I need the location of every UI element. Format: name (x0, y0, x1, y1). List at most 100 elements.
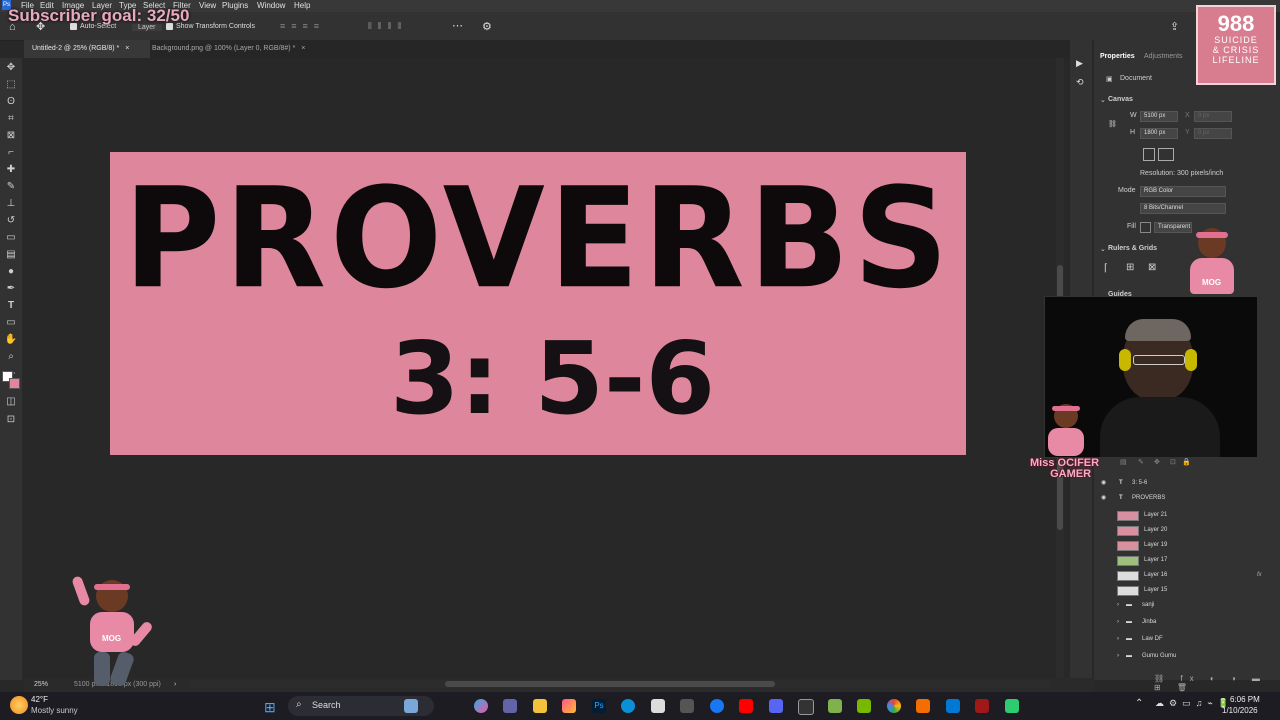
link-icon[interactable]: ⛓ (1108, 120, 1117, 128)
y-input[interactable]: 0 px (1194, 128, 1232, 139)
layer-row[interactable]: Layer 17 (1094, 553, 1280, 568)
frame-tool-icon[interactable]: ⊠ (4, 130, 18, 142)
move-icon[interactable]: ✥ (1154, 458, 1160, 466)
menu-plugins[interactable]: Plugins (222, 1, 248, 10)
play-icon[interactable]: ▶ (1076, 58, 1083, 69)
distribute-icons[interactable]: ⫴⫴⫴⫴ (368, 21, 407, 32)
eye-icon[interactable]: ◉ (1101, 491, 1106, 506)
lasso-tool-icon[interactable]: ʘ (4, 96, 18, 108)
nvidia-icon[interactable] (857, 699, 871, 713)
tab-adjustments[interactable]: Adjustments (1144, 53, 1183, 60)
document-canvas[interactable]: PROVERBS 3: 5-6 (110, 152, 966, 455)
edge-icon[interactable] (621, 699, 635, 713)
eye-icon[interactable]: ◉ (1101, 476, 1106, 491)
chevron-right-icon[interactable]: › (1117, 598, 1119, 613)
layer-row[interactable]: Layer 21 (1094, 508, 1280, 523)
healing-tool-icon[interactable]: ✚ (4, 164, 18, 176)
fx-icon[interactable]: fx (1257, 568, 1262, 583)
close-icon[interactable]: × (125, 45, 129, 52)
amazon-icon[interactable] (680, 699, 694, 713)
chrome-icon[interactable] (887, 699, 901, 713)
app-icon[interactable] (1005, 699, 1019, 713)
layer-row[interactable]: Layer 19 (1094, 538, 1280, 553)
layer-row[interactable]: › ▬ sanji (1094, 598, 1280, 613)
layer-row[interactable]: ◉ T 3: 5-6 (1094, 476, 1280, 491)
weather-temp[interactable]: 42°F (31, 695, 48, 704)
teams-icon[interactable] (503, 699, 517, 713)
layer-row[interactable]: Layer 16 fx (1094, 568, 1280, 583)
layer-row[interactable]: ◉ T PROVERBS (1094, 491, 1280, 506)
zoom-tool-icon[interactable]: ⌕ (4, 351, 18, 363)
bit-depth-dropdown[interactable]: 8 Bits/Channel (1140, 203, 1226, 214)
eraser-tool-icon[interactable]: ▭ (4, 232, 18, 244)
instagram-icon[interactable] (562, 699, 576, 713)
share-icon[interactable]: ⇪ (1170, 20, 1179, 33)
quick-mask-icon[interactable]: ◫ (4, 396, 18, 408)
chevron-down-icon[interactable]: ⌄ (1100, 245, 1106, 253)
tab-properties[interactable]: Properties (1100, 53, 1135, 60)
illustrator-icon[interactable] (916, 699, 930, 713)
chevron-down-icon[interactable]: ⌄ (1100, 96, 1106, 104)
facebook-icon[interactable] (710, 699, 724, 713)
stamp-tool-icon[interactable]: ⊥ (4, 198, 18, 210)
gradient-tool-icon[interactable]: ▤ (4, 249, 18, 261)
horizontal-scroll-thumb[interactable] (445, 681, 775, 687)
artboard-icon[interactable]: ⊡ (1170, 458, 1176, 466)
zoom-level[interactable]: 25% (34, 678, 48, 692)
ruler-icon[interactable]: ⌈ (1104, 263, 1108, 274)
landscape-icon[interactable] (1158, 148, 1174, 161)
layer-row[interactable]: Layer 15 (1094, 583, 1280, 598)
screen-mode-icon[interactable]: ⊡ (4, 414, 18, 426)
type-tool-icon[interactable]: T (4, 300, 18, 312)
align-icons[interactable]: ≡≡≡≡ (280, 21, 325, 31)
file-explorer-icon[interactable] (533, 699, 547, 713)
gear-icon[interactable]: ⚙ (482, 20, 492, 33)
more-icon[interactable]: ⋯ (452, 19, 463, 32)
pen-tool-icon[interactable]: ✒ (4, 283, 18, 295)
clock-time[interactable]: 6:06 PM (1230, 695, 1260, 704)
history-icon[interactable]: ⟲ (1076, 77, 1084, 88)
hand-tool-icon[interactable]: ✋ (4, 334, 18, 346)
height-input[interactable]: 1800 px (1140, 128, 1178, 139)
lock-icon[interactable]: 🔒 (1182, 458, 1191, 466)
discord-icon[interactable] (769, 699, 783, 713)
capcut-icon[interactable] (975, 699, 989, 713)
brush-tool-icon[interactable]: ✎ (4, 181, 18, 193)
layer-row[interactable]: › ▬ Jinba (1094, 615, 1280, 630)
grid-icon[interactable]: ⊞ (1126, 262, 1134, 273)
crop-tool-icon[interactable]: ⌗ (4, 113, 18, 125)
brush-icon[interactable]: ✎ (1138, 458, 1144, 466)
weather-desc[interactable]: Mostly sunny (31, 706, 78, 715)
layer-row[interactable]: › ▬ Gumu Gumu (1094, 649, 1280, 664)
path-select-icon[interactable]: ▭ (4, 317, 18, 329)
tab-background-png[interactable]: Background.png @ 100% (Layer 0, RGB/8#) … (144, 40, 340, 58)
proverbs-title-text[interactable]: PROVERBS (110, 158, 966, 320)
menu-view[interactable]: View (199, 1, 216, 10)
chevron-right-icon[interactable]: › (1117, 649, 1119, 664)
dodge-tool-icon[interactable]: ● (4, 266, 18, 278)
store-icon[interactable] (651, 699, 665, 713)
windows-start-icon[interactable]: ⊞ (264, 699, 276, 716)
pixel-grid-icon[interactable]: ⊠ (1148, 262, 1156, 273)
chevron-right-icon[interactable]: › (1117, 615, 1119, 630)
move-tool-icon[interactable]: ✥ (4, 62, 18, 74)
fill-swatch[interactable] (1140, 222, 1151, 233)
history-brush-icon[interactable]: ↺ (4, 215, 18, 227)
layer-actions-icons[interactable]: ⛓ fx ◐ ◑ ▬ ⊞ 🗑 (1154, 674, 1274, 692)
mode-dropdown[interactable]: RGB Color (1140, 186, 1226, 197)
weather-sun-icon[interactable] (10, 696, 28, 714)
close-icon[interactable]: × (301, 45, 305, 52)
width-input[interactable]: 5100 px (1140, 111, 1178, 122)
marquee-tool-icon[interactable]: ⬚ (4, 79, 18, 91)
tab-untitled-2[interactable]: Untitled-2 @ 25% (RGB/8) * × (24, 40, 150, 58)
youtube-icon[interactable] (739, 699, 753, 713)
chevron-right-icon[interactable]: › (1117, 632, 1119, 647)
menu-help[interactable]: Help (294, 1, 310, 10)
xbox-icon[interactable] (798, 699, 814, 715)
portrait-icon[interactable] (1143, 148, 1155, 161)
background-color-swatch[interactable] (9, 378, 20, 389)
layer-row[interactable]: › ▬ Law DF (1094, 632, 1280, 647)
layer-filter-icon[interactable]: ▤ (1120, 458, 1127, 466)
vscode-icon[interactable] (946, 699, 960, 713)
verse-text[interactable]: 3: 5-6 (390, 320, 715, 437)
